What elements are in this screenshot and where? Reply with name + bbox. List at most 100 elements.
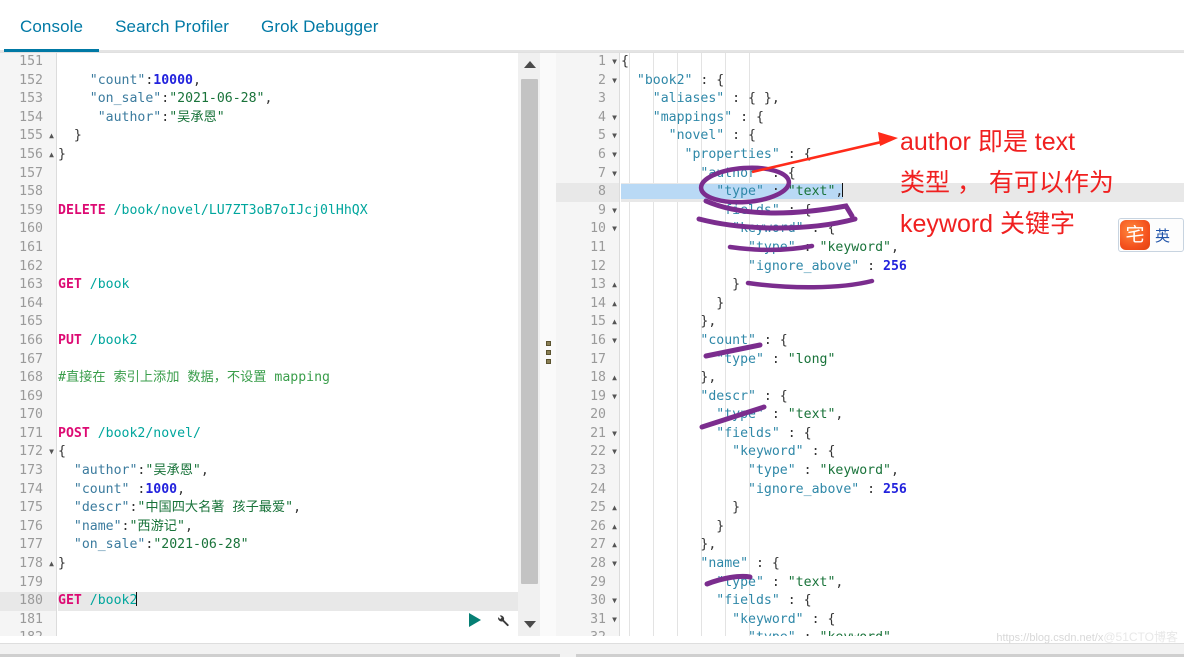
code-line[interactable]: }, (621, 313, 1184, 332)
fold-down-icon[interactable]: ▼ (612, 388, 617, 407)
fold-down-icon[interactable]: ▼ (612, 592, 617, 611)
code-line[interactable]: "type" : "keyword", (621, 462, 1184, 481)
code-line[interactable] (58, 611, 518, 630)
scrollbar-thumb[interactable] (521, 79, 538, 584)
code-line[interactable] (58, 220, 518, 239)
fold-up-icon[interactable]: ▲ (49, 555, 54, 574)
fold-down-icon[interactable]: ▼ (612, 555, 617, 574)
code-line[interactable] (58, 183, 518, 202)
code-token: : { (779, 593, 812, 609)
fold-up-icon[interactable]: ▲ (49, 127, 54, 146)
code-line[interactable]: } (621, 276, 1184, 295)
fold-down-icon[interactable]: ▼ (49, 443, 54, 462)
code-line[interactable]: "name":"西游记", (58, 518, 518, 537)
code-line[interactable] (58, 53, 518, 72)
code-line[interactable]: GET /book2 (58, 592, 518, 628)
code-line[interactable]: "count" :1000, (58, 481, 518, 500)
code-token: , (193, 72, 201, 88)
code-line[interactable]: "on_sale":"2021-06-28" (58, 536, 518, 555)
code-line[interactable]: "count":10000, (58, 72, 518, 91)
code-line[interactable]: "name" : { (621, 555, 1184, 574)
code-line[interactable] (58, 574, 518, 593)
code-line[interactable]: { (58, 443, 518, 462)
fold-down-icon[interactable]: ▼ (612, 425, 617, 444)
code-line[interactable]: "author":"吴承恩" (58, 109, 518, 128)
code-line[interactable]: DELETE /book/novel/LU7ZT3oB7oIJcj0lHhQX (58, 202, 518, 221)
code-line[interactable]: "keyword" : { (621, 611, 1184, 630)
fold-up-icon[interactable]: ▲ (612, 499, 617, 518)
code-line[interactable]: }, (621, 369, 1184, 388)
code-line[interactable] (58, 258, 518, 277)
fold-up-icon[interactable]: ▲ (612, 518, 617, 537)
code-line[interactable]: "type" : "text", (621, 574, 1184, 593)
fold-down-icon[interactable]: ▼ (612, 611, 617, 630)
code-line[interactable] (58, 388, 518, 407)
fold-up-icon[interactable]: ▲ (612, 369, 617, 388)
code-line[interactable]: "ignore_above" : 256 (621, 258, 1184, 277)
fold-up-icon[interactable]: ▲ (49, 146, 54, 165)
fold-down-icon[interactable]: ▼ (612, 220, 617, 239)
code-line[interactable]: } (58, 146, 518, 165)
fold-down-icon[interactable]: ▼ (612, 72, 617, 91)
code-line[interactable]: "count" : { (621, 332, 1184, 351)
scroll-up-arrow-icon[interactable] (524, 61, 536, 68)
code-line[interactable]: } (621, 518, 1184, 537)
code-line[interactable]: }, (621, 536, 1184, 555)
code-line[interactable]: "on_sale":"2021-06-28", (58, 90, 518, 109)
code-line[interactable]: "author":"吴承恩", (58, 462, 518, 481)
code-line[interactable]: POST /book2/novel/ (58, 425, 518, 444)
code-token: 1000 (145, 481, 178, 497)
fold-down-icon[interactable]: ▼ (612, 53, 617, 72)
code-line[interactable]: GET /book (58, 276, 518, 295)
code-line[interactable]: "fields" : { (621, 425, 1184, 444)
fold-down-icon[interactable]: ▼ (612, 443, 617, 462)
code-line[interactable]: "descr" : { (621, 388, 1184, 407)
code-line[interactable] (58, 295, 518, 314)
code-line[interactable]: "fields" : { (621, 592, 1184, 611)
tab-console[interactable]: Console (4, 17, 100, 52)
fold-up-icon[interactable]: ▲ (612, 536, 617, 555)
code-line[interactable] (58, 629, 518, 636)
code-line[interactable]: "aliases" : { }, (621, 90, 1184, 109)
code-line[interactable] (58, 406, 518, 425)
code-line[interactable]: { (621, 53, 1184, 72)
code-line[interactable]: "keyword" : { (621, 443, 1184, 462)
ime-mode-label[interactable]: 英 (1155, 225, 1170, 246)
tab-search-profiler[interactable]: Search Profiler (99, 17, 245, 50)
code-line[interactable]: } (621, 499, 1184, 518)
fold-down-icon[interactable]: ▼ (612, 165, 617, 184)
request-editor-pane[interactable]: 151 152 153 154 155 ▲ 156 ▲ 157 158 159 160 161 162 16… (0, 53, 540, 636)
line-number: 9 ▼ (556, 202, 619, 221)
code-line[interactable]: } (58, 127, 518, 146)
code-line[interactable]: PUT /book2 (58, 332, 518, 351)
sogou-ime-logo-icon[interactable] (1120, 220, 1150, 250)
code-line[interactable] (58, 165, 518, 184)
fold-up-icon[interactable]: ▲ (612, 313, 617, 332)
code-line[interactable]: } (58, 555, 518, 574)
fold-up-icon[interactable]: ▲ (612, 276, 617, 295)
request-vertical-scrollbar[interactable] (518, 53, 540, 636)
pane-splitter-handle[interactable] (540, 53, 556, 636)
ime-floating-toolbar[interactable]: 英 (1118, 218, 1184, 252)
fold-down-icon[interactable]: ▼ (612, 202, 617, 221)
code-line[interactable] (58, 313, 518, 332)
fold-up-icon[interactable]: ▲ (612, 295, 617, 314)
fold-down-icon[interactable]: ▼ (612, 109, 617, 128)
response-output-pane[interactable]: 1 ▼ 2 ▼ 3 4 ▼ 5 ▼ 6 ▼ 7 ▼ 8 9 ▼ 10 ▼ 11 12 13 ▲ 14 ▲ 15 ▲ 16 ▼ 17 18 ▲… (556, 53, 1184, 636)
code-line[interactable]: #直接在 索引上添加 数据，不设置 mapping (58, 369, 518, 388)
tab-grok-debugger[interactable]: Grok Debugger (245, 17, 395, 50)
fold-down-icon[interactable]: ▼ (612, 332, 617, 351)
code-line[interactable]: "type" : "long" (621, 351, 1184, 370)
code-line[interactable]: "ignore_above" : 256 (621, 481, 1184, 500)
scroll-down-arrow-icon[interactable] (524, 621, 536, 628)
code-line[interactable]: "book2" : { (621, 72, 1184, 91)
code-line[interactable] (58, 239, 518, 258)
code-line[interactable]: "descr":"中国四大名著 孩子最爱", (58, 499, 518, 518)
code-line[interactable]: "type" : "text", (621, 406, 1184, 425)
code-line[interactable]: } (621, 295, 1184, 314)
request-code-area[interactable]: "count":10000, "on_sale":"2021-06-28", "… (58, 53, 518, 636)
fold-down-icon[interactable]: ▼ (612, 127, 617, 146)
fold-down-icon[interactable]: ▼ (612, 146, 617, 165)
code-line[interactable] (58, 351, 518, 370)
